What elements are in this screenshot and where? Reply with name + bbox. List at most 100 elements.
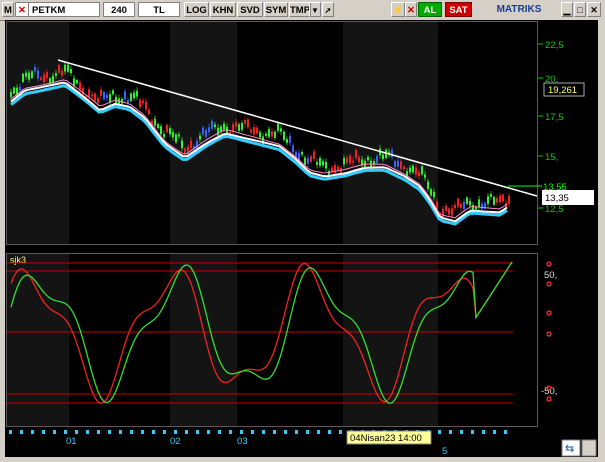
time-tick xyxy=(86,430,89,434)
time-tick xyxy=(97,430,100,434)
time-tick xyxy=(196,430,199,434)
candle-body xyxy=(304,157,306,166)
candle-body xyxy=(235,122,237,127)
candle-body xyxy=(430,189,432,196)
candle-body xyxy=(217,127,219,136)
candle-body xyxy=(70,69,72,74)
candle-body xyxy=(28,72,30,80)
candle-body xyxy=(274,131,276,138)
candle-body xyxy=(97,98,99,104)
candle-body xyxy=(280,128,282,132)
candle-body xyxy=(106,95,108,99)
candle-body xyxy=(190,140,192,148)
menu-button[interactable]: M xyxy=(2,2,14,17)
time-tick xyxy=(449,430,452,434)
time-tick xyxy=(130,430,133,434)
candle-body xyxy=(427,181,429,189)
time-tick xyxy=(31,430,34,434)
candle-body xyxy=(463,201,465,209)
candle-body xyxy=(286,139,288,143)
candle-body xyxy=(55,73,57,76)
svd-button[interactable]: SVD xyxy=(237,2,263,17)
time-tick xyxy=(163,430,166,434)
candle-body xyxy=(346,157,348,163)
candle-body xyxy=(244,120,246,124)
maximize-button[interactable]: □ xyxy=(574,2,586,17)
candle-body xyxy=(241,122,243,130)
candle-body xyxy=(466,197,468,205)
candle-body xyxy=(64,64,66,72)
candle-body xyxy=(382,154,384,160)
toolbar: M ✕ PETKM 240 TL LOG KHN SVD SYM TMP ▼ ➚… xyxy=(0,0,605,21)
price-tick: 17,5 xyxy=(545,112,564,123)
candle-body xyxy=(160,126,162,135)
time-tick xyxy=(262,430,265,434)
candle-body xyxy=(58,64,60,73)
period-select[interactable]: 240 xyxy=(103,2,135,17)
candle-body xyxy=(88,89,90,98)
candle-body xyxy=(301,152,303,155)
candle-body xyxy=(100,89,102,96)
window-close-button[interactable]: ✕ xyxy=(587,2,601,17)
time-axis[interactable] xyxy=(5,428,601,457)
window-edge xyxy=(598,20,605,462)
currency-select[interactable]: TL xyxy=(138,2,180,17)
candle-body xyxy=(145,101,147,110)
candle-body xyxy=(478,199,480,207)
candle-body xyxy=(502,194,504,202)
time-tick xyxy=(240,430,243,434)
candle-body xyxy=(271,131,273,137)
candle-body xyxy=(409,167,411,173)
candle-body xyxy=(355,150,357,158)
minimize-button[interactable]: ▁ xyxy=(561,2,573,17)
candle-body xyxy=(448,208,450,215)
chevron-down-icon[interactable]: ▼ xyxy=(309,2,321,17)
time-tick xyxy=(317,430,320,434)
khn-button[interactable]: KHN xyxy=(210,2,236,17)
candle-body xyxy=(91,94,93,97)
candle-body xyxy=(337,166,339,171)
candle-body xyxy=(163,133,165,138)
time-tick xyxy=(460,430,463,434)
scroll-button[interactable] xyxy=(581,439,597,457)
buy-button[interactable]: AL xyxy=(418,2,442,17)
candle-body xyxy=(283,131,285,140)
symbol-input[interactable]: PETKM xyxy=(28,2,100,17)
chart-svg[interactable]: 22,5 20, 17,5 15, 12,5 19,261 13,55 13,3… xyxy=(5,20,601,457)
candle-body xyxy=(433,191,435,198)
tmp-button[interactable]: TMP xyxy=(289,2,311,17)
candle-body xyxy=(19,86,21,91)
close-icon[interactable]: ✕ xyxy=(405,2,417,17)
candle-body xyxy=(25,72,27,77)
candle-body xyxy=(343,158,345,165)
sym-button[interactable]: SYM xyxy=(264,2,288,17)
candle-body xyxy=(37,70,39,79)
time-tick xyxy=(482,430,485,434)
candle-body xyxy=(34,67,36,72)
candle-body xyxy=(205,130,207,137)
candle-body xyxy=(139,99,141,108)
trendline[interactable] xyxy=(57,59,538,197)
log-button[interactable]: LOG xyxy=(184,2,209,17)
candle-body xyxy=(358,157,360,163)
candle-body xyxy=(31,71,33,78)
candle-body xyxy=(277,123,279,131)
chart-area[interactable]: 22,5 20, 17,5 15, 12,5 19,261 13,55 13,3… xyxy=(5,20,601,457)
sell-button[interactable]: SAT xyxy=(445,2,472,17)
time-tick xyxy=(251,430,254,434)
candle-body xyxy=(148,109,150,114)
time-label: 03 xyxy=(237,436,248,447)
lightning-icon[interactable]: ⚡ xyxy=(391,2,405,17)
candle-body xyxy=(208,127,210,132)
candle-body xyxy=(508,195,510,204)
candle-body xyxy=(457,198,459,207)
time-tick xyxy=(152,430,155,434)
candle-body xyxy=(169,128,171,135)
brand-logo: MATRIKS xyxy=(496,4,542,15)
arrow-icon[interactable]: ➚ xyxy=(322,2,334,17)
candle-body xyxy=(10,91,12,97)
candle-body xyxy=(376,155,378,163)
candle-body xyxy=(499,195,501,203)
price-tick: 15, xyxy=(545,152,558,163)
candle-body xyxy=(13,87,15,94)
